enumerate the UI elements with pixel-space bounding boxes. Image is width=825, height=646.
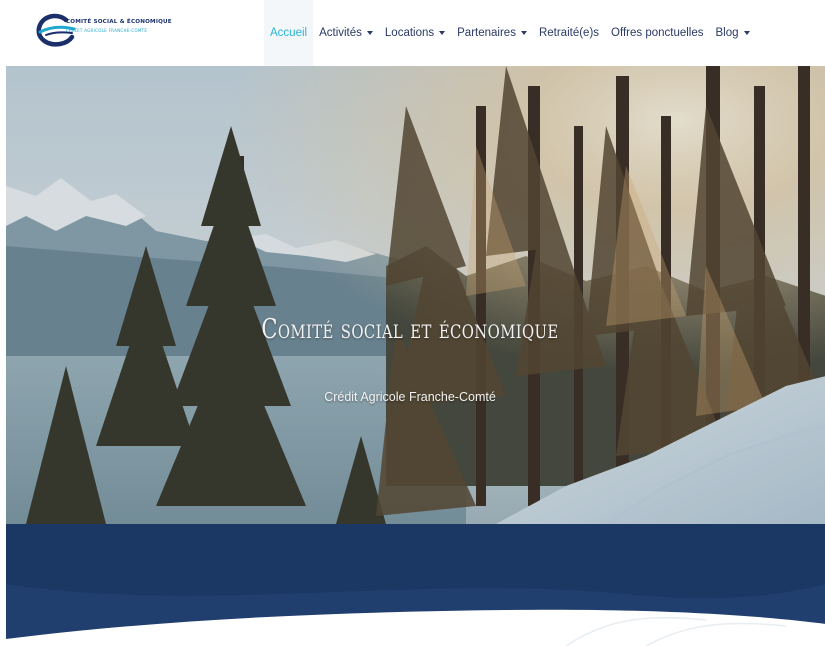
nav-item-blog[interactable]: Blog: [710, 0, 756, 66]
nav-item-label: Partenaires: [457, 27, 516, 39]
nav-item-activites[interactable]: Activités: [313, 0, 379, 66]
nav-item-label: Offres ponctuelles: [611, 27, 704, 39]
wave-decoration: [6, 524, 825, 646]
site-header: COMITÉ SOCIAL & ÉCONOMIQUE CRÉDIT AGRICO…: [0, 0, 825, 66]
hero-background-image: [6, 66, 825, 524]
wave-section: [6, 524, 825, 646]
nav-item-label: Blog: [715, 27, 739, 39]
nav-item-label: Accueil: [270, 27, 308, 39]
logo-title: COMITÉ SOCIAL & ÉCONOMIQUE: [66, 19, 172, 25]
chevron-down-icon: [520, 31, 527, 35]
hero-title: Comité social et économique: [261, 314, 559, 345]
nav-item-partenaires[interactable]: Partenaires: [451, 0, 533, 66]
nav-item-retraites[interactable]: Retraité(e)s: [533, 0, 605, 66]
nav-item-locations[interactable]: Locations: [379, 0, 451, 66]
nav-item-label: Locations: [384, 27, 435, 39]
main-nav: Accueil Activités Locations Partenaires …: [264, 0, 756, 66]
chevron-down-icon: [743, 31, 750, 35]
nav-item-accueil[interactable]: Accueil: [264, 0, 314, 66]
chevron-down-icon: [366, 31, 373, 35]
hero-banner: Comité social et économique Crédit Agric…: [6, 66, 825, 524]
hero-subtitle: Crédit Agricole Franche-Comté: [324, 390, 496, 404]
logo-wordmark: COMITÉ SOCIAL & ÉCONOMIQUE CRÉDIT AGRICO…: [66, 19, 196, 33]
chevron-down-icon: [439, 31, 446, 35]
logo-subtitle: CRÉDIT AGRICOLE FRANCHE-COMTÉ: [66, 28, 148, 33]
nav-item-label: Retraité(e)s: [538, 27, 600, 39]
nav-item-offres-ponctuelles[interactable]: Offres ponctuelles: [605, 0, 709, 66]
nav-item-label: Activités: [319, 27, 362, 39]
